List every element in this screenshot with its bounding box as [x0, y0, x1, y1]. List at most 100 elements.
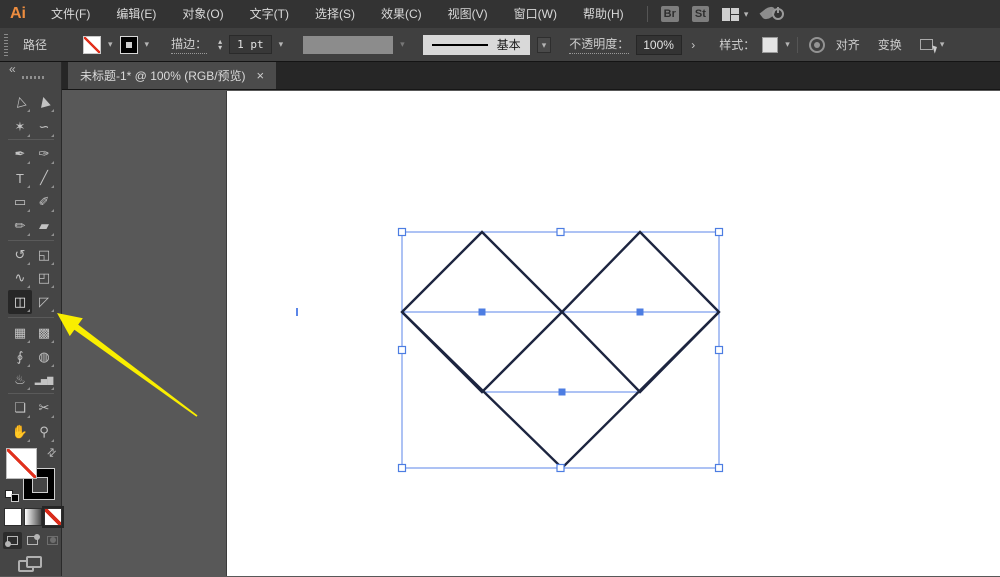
fill-color-well[interactable]	[6, 448, 37, 479]
handle-mid-left[interactable]	[399, 347, 406, 354]
zoom-tool[interactable]: ⚲	[32, 420, 56, 444]
screen-mode-button[interactable]	[18, 556, 44, 574]
menu-effect[interactable]: 效果(C)	[368, 0, 435, 28]
mesh-tool[interactable]: ▦	[8, 321, 32, 345]
draw-normal-mode-button[interactable]	[3, 532, 22, 549]
anchor-point[interactable]	[559, 389, 566, 396]
recolor-artwork-icon[interactable]	[809, 37, 825, 53]
eyedropper-tool[interactable]: ∮	[8, 345, 32, 369]
workspace-icon	[722, 8, 739, 21]
app-logo[interactable]: Ai	[10, 5, 26, 23]
handle-top-mid[interactable]	[557, 229, 564, 236]
menu-select[interactable]: 选择(S)	[302, 0, 368, 28]
lasso-tool[interactable]: ∽	[32, 115, 56, 139]
stroke-weight-chevron-icon[interactable]: ▾	[279, 39, 284, 50]
perspective-grid-tool[interactable]: ◸	[32, 290, 56, 314]
menu-file[interactable]: 文件(F)	[38, 0, 103, 28]
line-segment-tool[interactable]: ╱	[32, 166, 56, 190]
tab-close-icon[interactable]: ×	[257, 70, 265, 82]
paintbrush-tool[interactable]: ✐	[32, 190, 56, 214]
width-tool[interactable]: ∿	[8, 266, 32, 290]
heart-shape-path[interactable]	[402, 232, 719, 468]
draw-behind-mode-button[interactable]	[23, 532, 42, 549]
panel-grip-icon[interactable]	[4, 34, 8, 56]
stroke-color-swatch[interactable]	[120, 36, 138, 54]
rotate-tool[interactable]: ↺	[8, 243, 32, 267]
control-separator	[797, 37, 798, 53]
symbol-sprayer-tool[interactable]: ♨	[8, 368, 32, 392]
color-mode-button[interactable]	[4, 508, 22, 526]
brush-definition-dropdown[interactable]: 基本	[423, 35, 530, 55]
dock-grip-icon[interactable]	[22, 76, 46, 79]
illustrator-window: Ai 文件(F) 编辑(E) 对象(O) 文字(T) 选择(S) 效果(C) 视…	[0, 0, 1000, 577]
gpu-performance-icon[interactable]	[761, 5, 785, 23]
stroke-weight-value[interactable]: 1 pt	[229, 35, 272, 54]
swap-fill-stroke-icon[interactable]: ⇄	[44, 445, 60, 461]
select-similar-chevron-icon[interactable]: ▾	[940, 39, 945, 50]
artboard-tool[interactable]: ❏	[8, 396, 32, 420]
workspace-switcher[interactable]: ▾	[722, 8, 749, 21]
curvature-tool[interactable]: ✑	[32, 142, 56, 166]
menu-type[interactable]: 文字(T)	[237, 0, 302, 28]
handle-top-left[interactable]	[399, 229, 406, 236]
menu-object[interactable]: 对象(O)	[169, 0, 236, 28]
selection-tool[interactable]: ▷	[8, 90, 32, 114]
rectangle-tool[interactable]: ▭	[8, 190, 32, 214]
selection-bounding-box[interactable]	[402, 232, 719, 468]
blend-tool[interactable]: ◍	[32, 345, 56, 369]
transform-button[interactable]: 变换	[878, 36, 902, 53]
fill-chevron-icon[interactable]: ▾	[108, 39, 113, 50]
canvas[interactable]	[62, 90, 1000, 576]
opacity-label[interactable]: 不透明度：	[569, 35, 629, 54]
handle-bottom-left[interactable]	[399, 465, 406, 472]
menu-window[interactable]: 窗口(W)	[501, 0, 570, 28]
pen-tool[interactable]: ✒	[8, 142, 32, 166]
slice-tool[interactable]: ✂	[32, 396, 56, 420]
handle-bottom-mid[interactable]	[557, 465, 564, 472]
collapse-panel-icon[interactable]: «	[9, 62, 16, 76]
stroke-weight-stepper[interactable]: ▴ ▾	[218, 39, 222, 51]
anchor-point[interactable]	[637, 309, 644, 316]
direct-selection-tool[interactable]: ▶	[32, 90, 56, 114]
opacity-expand-icon[interactable]: ›	[689, 38, 697, 52]
stroke-weight-label[interactable]: 描边：	[171, 35, 207, 54]
pencil-tool[interactable]: ✏	[8, 214, 32, 238]
magic-wand-tool[interactable]: ✶	[8, 115, 32, 139]
brush-stroke-preview	[432, 44, 488, 46]
stroke-chevron-icon[interactable]: ▾	[145, 39, 150, 50]
anchor-points[interactable]	[479, 309, 644, 396]
select-similar-icon[interactable]	[920, 39, 933, 50]
menu-view[interactable]: 视图(V)	[435, 0, 501, 28]
stray-anchor-tick[interactable]	[296, 308, 298, 316]
align-button[interactable]: 对齐	[836, 36, 860, 53]
tools-separator	[8, 139, 54, 140]
gradient-mode-button[interactable]	[24, 508, 42, 526]
stepper-down-icon[interactable]: ▾	[218, 45, 222, 51]
gradient-tool[interactable]: ▩	[32, 321, 56, 345]
menu-edit[interactable]: 编辑(E)	[103, 0, 169, 28]
style-chevron-icon[interactable]: ▾	[785, 39, 790, 50]
free-transform-tool[interactable]: ◰	[32, 266, 56, 290]
document-tab[interactable]: 未标题-1* @ 100% (RGB/预览) ×	[68, 62, 276, 89]
stock-button[interactable]: St	[692, 6, 709, 22]
fill-color-swatch[interactable]	[83, 36, 101, 54]
handle-bottom-right[interactable]	[716, 465, 723, 472]
draw-inside-mode-button[interactable]	[43, 532, 62, 549]
handle-mid-right[interactable]	[716, 347, 723, 354]
default-fill-stroke-icon[interactable]	[5, 490, 19, 502]
handle-top-right[interactable]	[716, 229, 723, 236]
style-swatch[interactable]	[762, 37, 778, 53]
brush-name: 基本	[497, 36, 521, 53]
hand-tool[interactable]: ✋	[8, 420, 32, 444]
eraser-tool[interactable]: ▰	[32, 214, 56, 238]
shape-builder-tool[interactable]: ◫	[8, 290, 32, 314]
column-graph-tool[interactable]: ▂▅▇	[32, 368, 56, 392]
scale-tool[interactable]: ◱	[32, 243, 56, 267]
menu-help[interactable]: 帮助(H)	[570, 0, 637, 28]
none-mode-button[interactable]	[44, 508, 62, 526]
brush-chevron-icon[interactable]: ▾	[537, 37, 552, 53]
anchor-point[interactable]	[479, 309, 486, 316]
opacity-value-input[interactable]: 100%	[636, 35, 682, 55]
type-tool[interactable]: T	[8, 166, 32, 190]
bridge-button[interactable]: Br	[661, 6, 679, 22]
